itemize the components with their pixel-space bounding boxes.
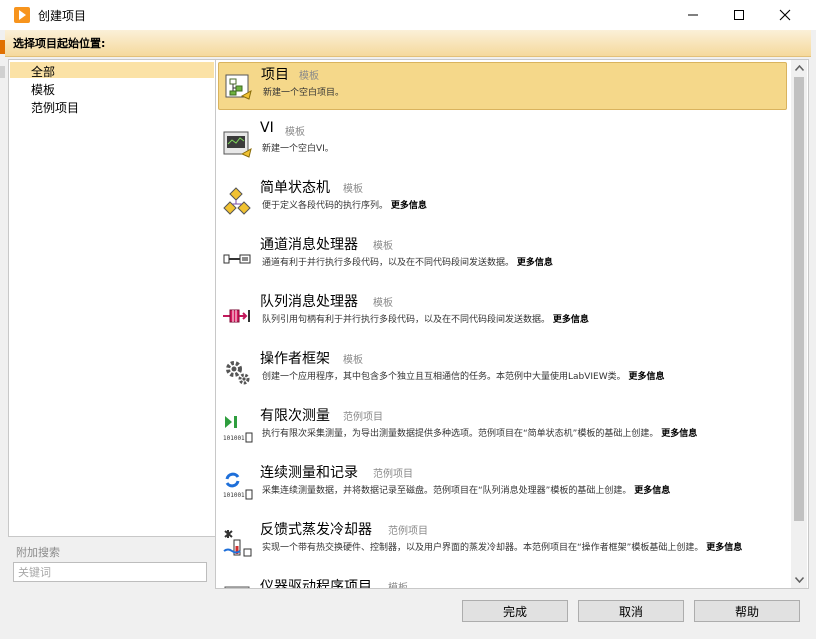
more-info-link[interactable]: 更多信息 [553,315,589,325]
template-name: 仪器驱动程序项目 [260,579,372,589]
template-item-continuous-measurement-logging[interactable]: 101001 连续测量和记录 范例项目 采集连续测量数据，并将数据记录至磁盘。范… [218,461,787,509]
additional-search-panel: 附加搜索 [8,537,214,587]
template-kind: 模板 [285,127,305,138]
template-list-scrollbar[interactable] [791,60,807,588]
svg-text:101001: 101001 [223,435,245,442]
template-name: 项目 [261,67,289,83]
template-name: 简单状态机 [260,180,330,196]
template-item-simple-state-machine[interactable]: 简单状态机 模板 便于定义各段代码的执行序列。 更多信息 [218,176,787,224]
help-button[interactable]: 帮助 [694,600,800,622]
background-window-edge [0,66,5,78]
evaporative-cooler-icon [223,530,252,557]
more-info-link[interactable]: 更多信息 [634,486,670,496]
template-kind: 模板 [388,583,408,589]
additional-search-label: 附加搜索 [16,546,60,559]
category-label: 模板 [31,83,56,97]
close-icon [779,9,791,21]
template-name: VI [260,120,274,136]
more-info-link[interactable]: 更多信息 [391,201,427,211]
template-item-instrument-driver-project[interactable]: 仪器驱动程序项目 模板 [218,575,787,589]
window-title: 创建项目 [38,9,87,23]
template-name: 操作者框架 [260,351,330,367]
close-button[interactable] [762,0,808,30]
template-kind: 模板 [373,241,393,252]
chevron-up-icon [794,65,804,71]
queue-handler-icon [223,309,250,323]
template-item-project[interactable]: 项目 模板 新建一个空白项目。 [218,62,787,110]
template-kind: 模板 [299,71,319,82]
maximize-button[interactable] [716,0,762,30]
scroll-down-button[interactable] [791,572,807,588]
more-info-link[interactable]: 更多信息 [517,258,553,268]
minimize-button[interactable] [670,0,716,30]
template-kind: 模板 [373,298,393,309]
template-kind: 范例项目 [343,412,383,423]
template-item-vi[interactable]: VI 模板 新建一个空白VI。 [218,119,787,167]
chevron-down-icon [794,577,804,583]
template-kind: 范例项目 [373,469,413,480]
template-description: 采集连续测量数据，并将数据记录至磁盘。范例项目在“队列消息处理器”模板的基础上创… [262,486,671,496]
svg-text:101001: 101001 [223,492,245,499]
template-name: 队列消息处理器 [260,294,358,310]
state-machine-icon [223,187,251,215]
template-item-actor-framework[interactable]: 操作者框架 模板 创建一个应用程序，其中包含多个独立且互相通信的任务。本范例中大… [218,347,787,395]
finite-measurement-icon: 101001 [223,416,253,443]
template-description: 实现一个带有热交换硬件、控制器，以及用户界面的蒸发冷却器。本范例项目在“操作者框… [262,543,743,553]
start-location-banner: 选择项目起始位置: [5,30,811,57]
template-description: 执行有限次采集测量，为导出测量数据提供多种选项。范例项目在“简单状态机”模板的基… [262,429,698,439]
template-name: 有限次测量 [260,408,330,424]
template-kind: 模板 [343,355,363,366]
template-description: 通道有利于并行执行多段代码，以及在不同代码段间发送数据。 更多信息 [262,258,553,268]
channel-handler-icon [223,254,251,264]
maximize-icon [734,10,744,20]
cancel-button[interactable]: 取消 [578,600,684,622]
template-item-channel-message-handler[interactable]: 通道消息处理器 模板 通道有利于并行执行多段代码，以及在不同代码段间发送数据。 … [218,233,787,281]
category-item-sample-projects[interactable]: 范例项目 [10,98,214,115]
template-description: 新建一个空白项目。 [263,88,345,98]
vi-icon [223,131,252,158]
template-name: 反馈式蒸发冷却器 [260,522,372,538]
minimize-icon [688,14,698,16]
category-label: 范例项目 [31,101,80,115]
gears-icon [226,361,250,385]
template-item-feedback-evaporative-cooler[interactable]: 反馈式蒸发冷却器 范例项目 实现一个带有热交换硬件、控制器，以及用户界面的蒸发冷… [218,518,787,566]
template-list: 项目 模板 新建一个空白项目。 VI 模板 新建一个空白VI。 简单状态机 模板… [215,59,809,589]
category-list: 全部 模板 范例项目 [8,59,216,537]
continuous-measurement-icon: 101001 [223,472,253,500]
category-item-templates[interactable]: 模板 [10,80,214,97]
template-description: 队列引用句柄有利于并行执行多段代码，以及在不同代码段间发送数据。 更多信息 [262,315,589,325]
template-name: 连续测量和记录 [260,465,358,481]
finish-button[interactable]: 完成 [462,600,568,622]
labview-app-icon [14,7,30,23]
instrument-driver-icon [224,586,250,588]
scroll-up-button[interactable] [791,60,807,76]
category-item-all[interactable]: 全部 [10,62,214,79]
scroll-thumb[interactable] [794,77,804,521]
more-info-link[interactable]: 更多信息 [661,429,697,439]
template-kind: 范例项目 [388,526,428,537]
more-info-link[interactable]: 更多信息 [706,543,742,553]
template-description: 新建一个空白VI。 [262,144,334,154]
keyword-search-input[interactable] [13,562,207,582]
template-kind: 模板 [343,184,363,195]
template-description: 便于定义各段代码的执行序列。 更多信息 [262,201,427,211]
template-item-queued-message-handler[interactable]: 队列消息处理器 模板 队列引用句柄有利于并行执行多段代码，以及在不同代码段间发送… [218,290,787,338]
template-item-finite-measurement[interactable]: 101001 有限次测量 范例项目 执行有限次采集测量，为导出测量数据提供多种选… [218,404,787,452]
banner-heading: 选择项目起始位置: [13,37,106,50]
title-bar: 创建项目 [0,0,816,30]
category-label: 全部 [31,65,56,79]
template-name: 通道消息处理器 [260,237,358,253]
project-icon [225,74,252,100]
template-description: 创建一个应用程序，其中包含多个独立且互相通信的任务。本范例中大量使用LabVIE… [262,372,665,382]
more-info-link[interactable]: 更多信息 [629,372,665,382]
